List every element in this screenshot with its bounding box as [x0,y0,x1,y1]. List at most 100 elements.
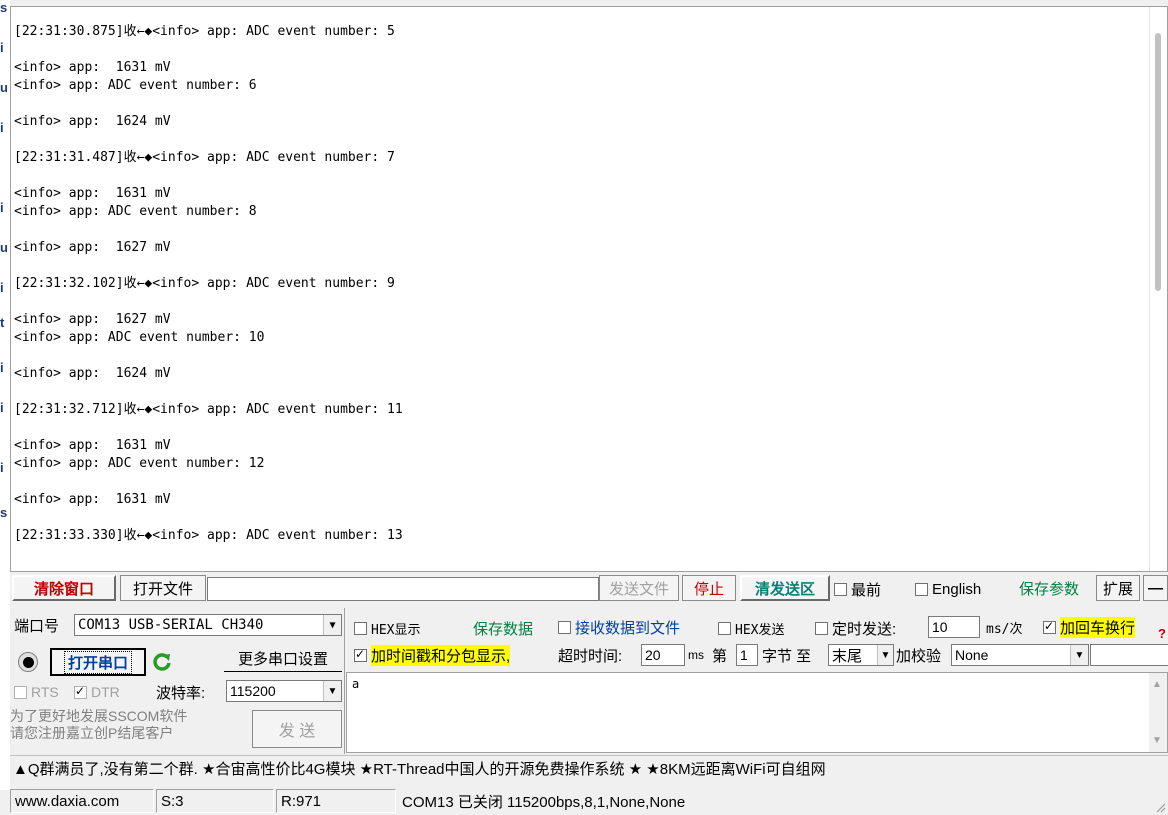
help-icon[interactable]: ? [1158,622,1166,644]
checksum-select[interactable]: None ▼ [951,644,1089,666]
english-label: English [932,580,982,598]
checkbox-icon [354,621,367,635]
checksum-extra-input[interactable] [1090,644,1168,666]
log-line: <info> app: 1631 mV [14,438,171,453]
port-select[interactable]: COM13 USB-SERIAL CH340 ▼ [74,614,342,636]
more-settings-button[interactable]: 更多串口设置 [224,646,342,672]
timeout-input[interactable]: 20 [641,644,685,666]
log-blank-line [14,41,1147,59]
timestamp-checkbox[interactable]: 加时间戳和分包显示, [354,644,511,666]
open-port-button[interactable]: 打开串口 [50,648,146,676]
byte-di-label: 第 [712,647,728,665]
receive-scrollbar[interactable] [1149,7,1167,571]
send-button[interactable]: 发 送 [252,710,342,748]
byte-index-input[interactable]: 1 [736,644,758,666]
chevron-down-icon: ▼ [323,615,341,635]
timed-send-label: 定时发送: [832,620,897,638]
checkbox-icon [834,582,847,596]
receive-area[interactable]: [22:31:30.875]收←◆<info> app: ADC event n… [10,6,1168,572]
receive-log: [22:31:30.875]收←◆<info> app: ADC event n… [14,23,1147,545]
promo-line-2: 请您注册嘉立创P结尾客户 [10,725,174,741]
checkbox-icon [815,621,828,635]
log-blank-line [14,419,1147,437]
english-checkbox[interactable]: English [915,578,981,600]
baud-select-value: 115200 [230,683,276,699]
dtr-checkbox[interactable]: DTR [74,681,120,703]
send-scrollbar[interactable]: ▲ ▼ [1149,673,1167,752]
port-label: 端口号 [14,617,60,635]
send-input[interactable]: a ▲ ▼ [346,672,1168,753]
collapse-button[interactable]: — [1143,575,1168,601]
topmost-checkbox[interactable]: 最前 [834,578,881,600]
hex-send-checkbox[interactable]: HEX发送 [718,617,784,639]
log-blank-line [14,221,1147,239]
checkbox-icon [718,621,731,635]
chevron-down-icon: ▼ [323,681,341,701]
open-port-label: 打开串口 [63,650,132,674]
save-params-button[interactable]: 保存参数 [1006,575,1092,601]
log-line: [22:31:31.487]收←◆<info> app: ADC event n… [14,150,395,165]
add-crlf-label: 加回车换行 [1060,616,1136,638]
log-blank-line [14,347,1147,365]
chevron-down-icon: ▼ [1070,645,1088,665]
port-status-indicator [18,652,38,672]
sent-count: S:3 [156,789,274,813]
checkbox-icon [1043,619,1056,634]
log-blank-line [14,257,1147,275]
refresh-icon[interactable] [150,650,174,674]
desktop-edge: siui iuit iiis [0,0,10,790]
site-link[interactable]: www.daxia.com [10,789,154,813]
scrollbar-thumb[interactable] [1155,33,1161,291]
scroll-up-icon[interactable]: ▲ [1152,679,1162,690]
port-state: COM13 已关闭 115200bps,8,1,None,None [402,793,686,811]
hex-display-checkbox[interactable]: HEX显示 [354,617,420,639]
timed-interval-input[interactable]: 10 [928,616,980,638]
chevron-down-icon: ▼ [877,645,893,665]
checkbox-icon [915,582,928,596]
hex-display-label: HEX显示 [371,622,421,638]
log-line: <info> app: ADC event number: 8 [14,204,257,219]
add-crlf-checkbox[interactable]: 加回车换行 [1043,616,1136,638]
log-blank-line [14,131,1147,149]
log-line: [22:31:32.712]收←◆<info> app: ADC event n… [14,402,403,417]
recv-to-file-checkbox[interactable]: 接收数据到文件 [558,616,680,638]
log-line: <info> app: ADC event number: 6 [14,78,257,93]
status-bar: www.daxia.com S:3 R:971 COM13 已关闭 115200… [10,787,1168,815]
rts-checkbox[interactable]: RTS [14,681,59,703]
dtr-label: DTR [91,684,120,700]
timed-send-checkbox[interactable]: 定时发送: [815,617,896,639]
clear-window-button[interactable]: 清除窗口 [12,575,116,601]
log-line: <info> app: 1627 mV [14,312,171,327]
checksum-label: 加校验 [896,647,942,665]
resize-grip-icon[interactable] [1154,801,1166,813]
port-panel: 端口号 COM13 USB-SERIAL CH340 ▼ 打开串口 更多串口设置… [10,608,345,754]
checkbox-icon [354,647,367,662]
stop-button[interactable]: 停止 [682,575,736,601]
log-blank-line [14,383,1147,401]
rts-label: RTS [31,684,59,700]
baud-select[interactable]: 115200 ▼ [226,680,342,702]
end-select[interactable]: 末尾 ▼ [828,644,894,666]
log-line: <info> app: 1624 mV [14,114,171,129]
expand-button[interactable]: 扩展 [1096,575,1140,601]
news-ticker[interactable]: ▲Q群满员了,没有第二个群. ★合宙高性价比4G模块 ★RT-Thread中国人… [10,755,1168,781]
log-blank-line [14,473,1147,491]
send-file-button[interactable]: 发送文件 [599,575,679,601]
log-blank-line [14,293,1147,311]
file-path-input[interactable] [207,577,599,601]
promo-text: 为了更好地发展SSCOM软件 请您注册嘉立创P结尾客户 [10,708,250,742]
timestamp-label: 加时间戳和分包显示, [371,644,511,666]
scroll-down-icon[interactable]: ▼ [1152,735,1162,746]
open-file-button[interactable]: 打开文件 [120,575,206,601]
checkbox-icon [558,620,571,634]
received-count: R:971 [276,789,396,813]
save-data-button[interactable]: 保存数据 [462,616,544,640]
log-line: [22:31:30.875]收←◆<info> app: ADC event n… [14,24,395,39]
log-blank-line [14,509,1147,527]
record-dot-icon [22,656,34,668]
log-line: [22:31:33.330]收←◆<info> app: ADC event n… [14,528,403,543]
checkbox-icon [74,684,87,699]
checkbox-icon [14,685,27,699]
checksum-select-value: None [955,647,989,663]
clear-send-button[interactable]: 清发送区 [740,575,830,601]
